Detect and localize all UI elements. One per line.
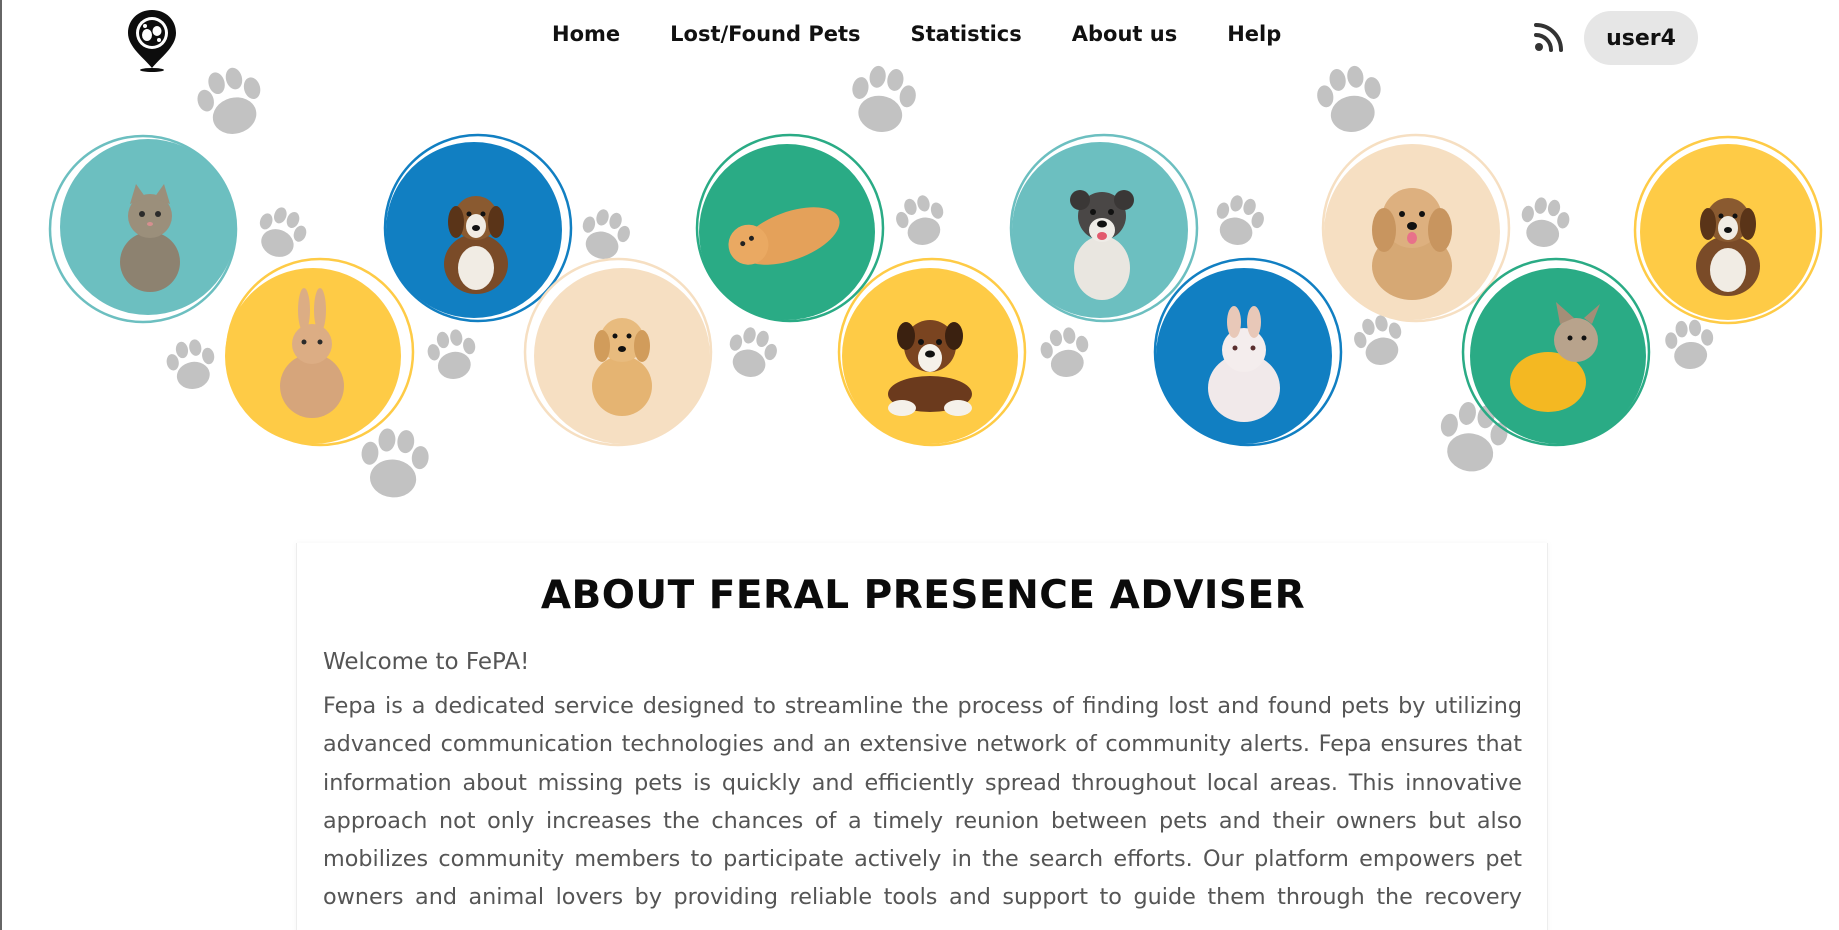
menu-statistics[interactable]: Statistics bbox=[911, 22, 1022, 46]
about-title: ABOUT FERAL PRESENCE ADVISER bbox=[540, 573, 1306, 618]
hero-banner bbox=[0, 56, 1839, 526]
pet-photo-bulldog-1 bbox=[1461, 257, 1651, 447]
welcome-text: Welcome to FePA! bbox=[323, 649, 530, 675]
menu-about-us[interactable]: About us bbox=[1072, 22, 1177, 46]
pets-collage bbox=[48, 61, 1823, 501]
about-card: ABOUT FERAL PRESENCE ADVISER Welcome to … bbox=[296, 543, 1548, 930]
pet-photo-rabbit-1 bbox=[225, 257, 415, 447]
rss-feed-icon[interactable] bbox=[1532, 20, 1566, 54]
menu-help[interactable]: Help bbox=[1227, 22, 1281, 46]
pet-photo-beagle-1 bbox=[383, 133, 573, 323]
main-menu: Home Lost/Found Pets Statistics About us… bbox=[552, 22, 1281, 46]
pet-photo-rabbit-2 bbox=[1153, 257, 1343, 447]
menu-lost-found-pets[interactable]: Lost/Found Pets bbox=[670, 22, 860, 46]
pet-photo-beagle-2 bbox=[1633, 135, 1823, 325]
about-description: Fepa is a dedicated service designed to … bbox=[323, 693, 1522, 930]
pet-photo-poodle-1 bbox=[1321, 133, 1511, 323]
pet-photo-boxer-1 bbox=[837, 257, 1027, 447]
pet-photo-schnauzer-1 bbox=[1009, 133, 1199, 323]
menu-home[interactable]: Home bbox=[552, 22, 620, 46]
pet-photo-kitten-1 bbox=[695, 133, 885, 323]
pet-photo-puppy-1 bbox=[523, 257, 713, 447]
pet-photo-cat-1 bbox=[48, 134, 238, 324]
